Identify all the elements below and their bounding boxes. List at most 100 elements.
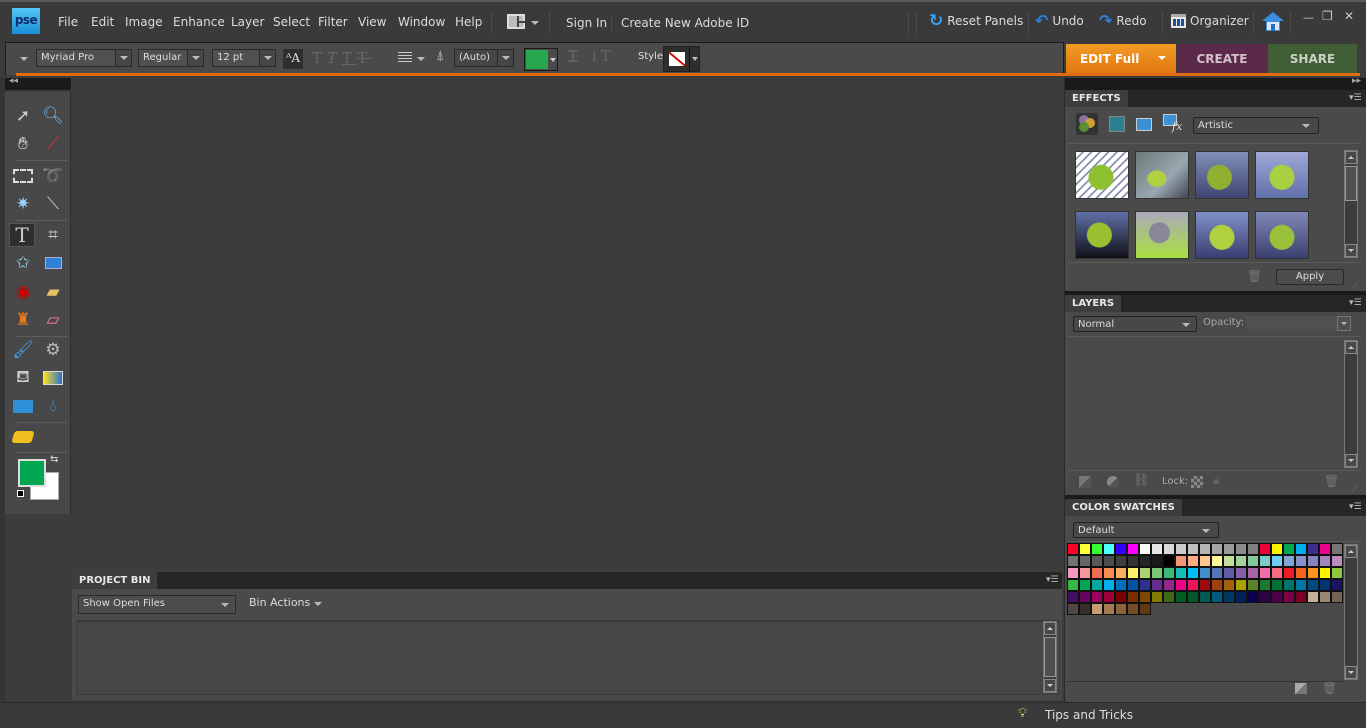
color-swatch[interactable] [1175,579,1187,591]
red-eye-tool-icon[interactable]: ◉ [10,280,36,304]
color-swatch[interactable] [1319,579,1331,591]
panel-menu-icon[interactable]: ▾☰ [1349,502,1363,512]
lock-transparency-icon[interactable] [1191,476,1203,488]
clone-stamp-tool-icon[interactable]: ♜ [10,308,36,332]
color-swatch[interactable] [1295,555,1307,567]
delete-layer-icon[interactable]: 🗑︎ [1324,474,1339,488]
smart-brush-tool-icon[interactable]: ⚙ [40,338,66,362]
menu-layer[interactable]: Layer [231,15,264,29]
color-swatch[interactable] [1247,567,1259,579]
hand-tool-icon[interactable]: ✋︎ [10,132,36,156]
sponge-tool-icon[interactable] [10,425,36,449]
color-swatch[interactable] [1103,555,1115,567]
healing-brush-tool-icon[interactable]: ▰ [40,280,66,304]
edit-mode-tab[interactable]: EDIT Full [1066,44,1176,73]
text-style-buttons[interactable]: TTTT [312,49,372,67]
color-swatch[interactable] [1331,591,1343,603]
color-swatch[interactable] [1103,579,1115,591]
color-swatch[interactable] [1091,555,1103,567]
project-bin-tab[interactable]: PROJECT BIN [72,572,158,589]
color-swatch[interactable] [1139,555,1151,567]
text-orientation-icon[interactable]: ↓T [588,47,611,65]
color-swatch[interactable] [1091,567,1103,579]
minimize-button[interactable]: — [1303,11,1314,24]
canvas-area[interactable] [72,78,1062,572]
color-swatch[interactable] [1151,591,1163,603]
resize-grip-icon[interactable]: ⋰ [1351,485,1358,493]
strikethrough-icon[interactable]: T [357,49,372,67]
effect-thumbnail[interactable] [1255,151,1309,199]
color-swatch[interactable] [1199,543,1211,555]
layout-dropdown-icon[interactable] [531,21,539,25]
color-swatch[interactable] [1115,555,1127,567]
color-swatch[interactable] [1139,591,1151,603]
menu-select[interactable]: Select [273,15,310,29]
color-swatch[interactable] [1235,567,1247,579]
layers-scrollbar[interactable] [1344,340,1358,468]
color-swatch[interactable] [1295,579,1307,591]
color-swatch[interactable] [1127,579,1139,591]
color-swatch[interactable] [1091,579,1103,591]
toolbox-collapse-bar[interactable]: ◂◂ [5,76,71,90]
color-swatch[interactable] [1331,543,1343,555]
sign-in-link[interactable]: Sign In [566,16,607,30]
rectangle-shape-tool-icon[interactable] [10,394,36,418]
color-swatch[interactable] [1223,567,1235,579]
color-swatch[interactable] [1247,591,1259,603]
default-colors-icon[interactable] [17,490,24,497]
effect-thumbnail[interactable] [1075,211,1129,259]
collapse-icon[interactable]: ◂◂ [9,76,18,86]
color-swatch[interactable] [1067,579,1079,591]
color-swatch[interactable] [1211,543,1223,555]
swap-colors-icon[interactable]: ⇆ [50,454,58,465]
color-swatch[interactable] [1163,555,1175,567]
color-swatch[interactable] [1235,579,1247,591]
reset-panels-button[interactable]: ↻ Reset Panels [929,13,1023,30]
color-swatch[interactable] [1079,579,1091,591]
show-files-select[interactable]: Show Open Files [78,595,236,614]
tips-and-tricks-link[interactable]: Tips and Tricks [1045,708,1133,722]
color-swatch[interactable] [1295,567,1307,579]
effect-thumbnail[interactable] [1195,211,1249,259]
color-swatch[interactable] [1163,567,1175,579]
resize-grip-icon[interactable]: ⋰ [1351,282,1358,290]
color-swatch[interactable] [1211,567,1223,579]
layers-tab[interactable]: LAYERS [1065,295,1122,312]
shape-star-tool-icon[interactable]: ✩ [10,251,36,275]
color-swatch[interactable] [1331,555,1343,567]
color-swatch[interactable] [1115,579,1127,591]
menu-image[interactable]: Image [125,15,163,29]
color-swatch[interactable] [1091,591,1103,603]
color-swatch[interactable] [1115,567,1127,579]
color-swatch[interactable] [1319,555,1331,567]
menu-window[interactable]: Window [398,15,445,29]
menu-enhance[interactable]: Enhance [173,15,225,29]
effect-thumbnail[interactable] [1255,211,1309,259]
color-swatch[interactable] [1127,603,1139,615]
redo-button[interactable]: ↷ Redo [1099,13,1147,29]
color-swatch[interactable] [1139,603,1151,615]
color-swatch[interactable] [1103,591,1115,603]
color-swatch[interactable] [1307,579,1319,591]
color-swatch[interactable] [1211,591,1223,603]
color-swatch[interactable] [1115,543,1127,555]
color-swatch[interactable] [1175,543,1187,555]
menu-view[interactable]: View [358,15,386,29]
color-swatch[interactable] [1235,543,1247,555]
color-swatch[interactable] [1103,603,1115,615]
recompose-tool-icon[interactable] [40,251,66,275]
color-swatch[interactable] [1271,555,1283,567]
magic-wand-tool-icon[interactable]: ✷ [10,192,36,216]
organizer-button[interactable]: Organizer [1171,14,1249,28]
brush-tool-icon[interactable]: 🖌︎ [10,338,36,362]
create-adobe-id-link[interactable]: Create New Adobe ID [621,16,749,30]
anti-alias-toggle[interactable]: ᴬA [283,49,303,69]
panel-bin-collapse-bar[interactable]: ▸▸ [1065,76,1366,90]
align-icon[interactable] [398,52,412,64]
panel-menu-icon[interactable]: ▾☰ [1349,298,1363,308]
color-swatch[interactable] [1151,543,1163,555]
color-swatch[interactable] [1223,591,1235,603]
warp-text-icon[interactable]: Ꮖ [568,47,579,67]
type-tool-icon[interactable]: T [9,223,35,247]
new-layer-icon[interactable] [1079,476,1091,488]
